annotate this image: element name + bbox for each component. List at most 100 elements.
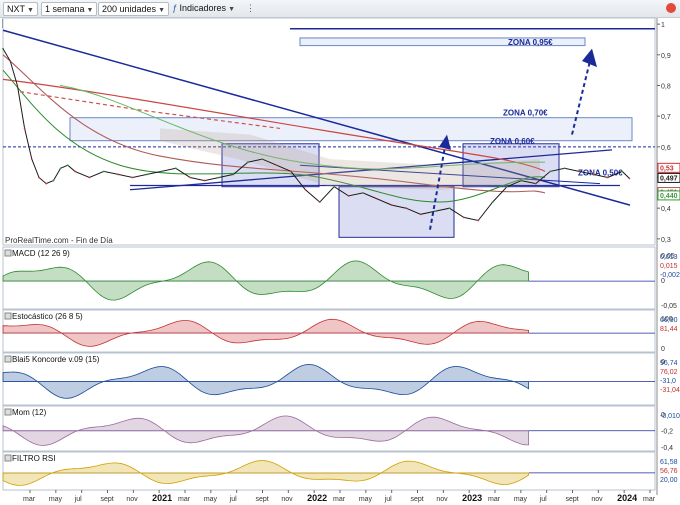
price-point — [52, 179, 55, 182]
indicator-title: Mom (12) — [12, 408, 47, 417]
price-point — [304, 188, 307, 191]
price-point — [174, 167, 177, 170]
x-tick-label: 2022 — [307, 493, 327, 503]
price-point — [45, 182, 48, 185]
price-point — [621, 170, 624, 173]
x-tick-label: nov — [436, 496, 448, 503]
price-point — [462, 216, 465, 219]
y-tick-label: -0,4 — [661, 445, 673, 452]
x-tick-label: jul — [384, 496, 392, 503]
x-tick-label: 2021 — [152, 493, 172, 503]
price-point — [218, 176, 220, 179]
price-point — [578, 170, 580, 173]
price-point — [66, 164, 69, 167]
price-point — [246, 161, 249, 164]
indicator-title: MACD (12 26 9) — [12, 249, 70, 258]
x-tick-label: may — [49, 496, 63, 503]
price-point — [290, 170, 292, 173]
price-point — [30, 158, 33, 161]
price-point — [59, 167, 62, 170]
settings-icon — [4, 312, 12, 320]
price-point — [477, 219, 480, 222]
y-tick-label: 0,8 — [661, 83, 671, 90]
price-label: -31,0 — [660, 378, 676, 385]
price-point — [549, 170, 552, 173]
x-tick-label: may — [359, 496, 373, 503]
x-tick-label: may — [204, 496, 218, 503]
price-label: -0,002 — [660, 272, 680, 279]
price-point — [390, 204, 393, 207]
price-point — [117, 173, 120, 176]
x-tick-label: 2024 — [617, 493, 637, 503]
price-point — [434, 210, 436, 213]
x-tick-label: 2023 — [462, 493, 482, 503]
price-point — [38, 176, 40, 179]
price-point — [520, 179, 523, 182]
x-tick-label: mar — [23, 496, 36, 503]
settings-icon — [4, 249, 12, 257]
x-tick-label: nov — [126, 496, 138, 503]
price-label: 61,58 — [660, 459, 678, 466]
price-point — [160, 170, 163, 173]
price-label: 96,74 — [660, 360, 678, 367]
price-point — [88, 176, 91, 179]
y-tick-label: 0,9 — [661, 53, 671, 60]
price-point — [102, 170, 105, 173]
settings-icon — [4, 355, 12, 363]
indicator-title: FILTRO RSI — [12, 454, 55, 463]
price-point — [2, 47, 4, 50]
x-tick-label: mar — [178, 496, 191, 503]
x-tick-label: nov — [591, 496, 603, 503]
price-point — [261, 158, 264, 161]
price-point — [362, 191, 364, 194]
price-point — [131, 176, 134, 179]
price-label: 20,00 — [660, 477, 678, 484]
price-label: 81,44 — [660, 326, 678, 333]
price-point — [189, 176, 192, 179]
y-tick-label: 0,3 — [661, 237, 671, 244]
x-tick-label: jul — [74, 496, 82, 503]
price-point — [275, 164, 278, 167]
zone-box — [69, 117, 633, 142]
price-label: 0,013 — [660, 254, 678, 261]
indicator-title: Blai5 Koncorde v.09 (15) — [12, 355, 100, 364]
price-point — [592, 173, 595, 176]
y-tick-label: 0 — [661, 278, 665, 285]
price-label: -0,010 — [660, 413, 680, 420]
price-point — [606, 176, 609, 179]
price-point — [448, 207, 451, 210]
x-tick-label: sept — [256, 496, 269, 503]
price-point — [563, 167, 566, 170]
y-tick-label: 0,6 — [661, 145, 671, 152]
price-point — [376, 198, 379, 200]
y-tick-label: 0,4 — [661, 206, 671, 213]
chart-area: 10,90,80,70,60,50,40,3ZONA 0,95€ZONA 0,7… — [2, 17, 680, 503]
x-tick-label: sept — [101, 496, 114, 503]
price-point — [23, 127, 26, 130]
price-point — [318, 201, 321, 203]
price-point — [491, 201, 494, 203]
price-label: 0,53 — [660, 165, 674, 172]
x-tick-label: mar — [333, 496, 346, 503]
price-point — [9, 60, 12, 62]
price-point — [628, 177, 631, 180]
price-label: 66,90 — [660, 317, 678, 324]
indicator-title: Estocástico (26 8 5) — [12, 312, 83, 321]
price-point — [534, 182, 537, 185]
x-tick-label: mar — [643, 496, 656, 503]
price-point — [16, 84, 19, 87]
x-tick-label: mar — [488, 496, 501, 503]
y-tick-label: 0,7 — [661, 114, 671, 121]
watermark: ProRealTime.com - Fin de Día — [5, 236, 113, 245]
price-label: -31,04 — [660, 387, 680, 394]
price-point — [232, 173, 235, 176]
x-tick-label: may — [514, 496, 528, 503]
zone-label: ZONA 0,70€ — [503, 109, 548, 118]
x-tick-label: jul — [229, 496, 237, 503]
settings-icon — [4, 408, 12, 416]
price-point — [74, 170, 76, 173]
y-tick-label: -0,05 — [661, 303, 677, 310]
y-tick-label: -0,2 — [661, 429, 673, 436]
price-point — [146, 173, 148, 176]
price-point — [419, 213, 422, 216]
